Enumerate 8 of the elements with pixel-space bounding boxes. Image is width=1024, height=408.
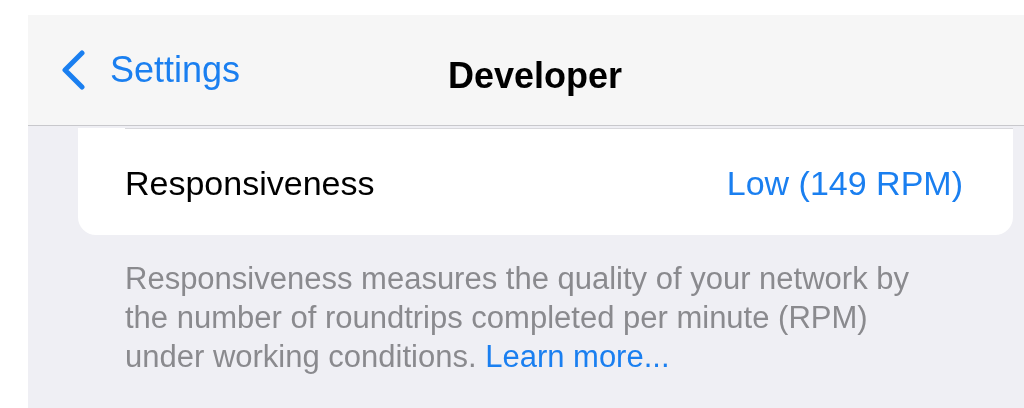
row-value: Low (149 RPM)	[726, 163, 963, 204]
back-button[interactable]: Settings	[60, 43, 241, 97]
row-label: Responsiveness	[125, 163, 375, 204]
screen-title: Developer	[448, 54, 623, 98]
back-chevron-icon	[60, 50, 86, 90]
learn-more-link[interactable]: Learn more...	[485, 339, 670, 374]
footer-note: Responsiveness measures the quality of your network by the number of roundtrips completed per minute (RPM) under working conditions. Learn more...	[125, 260, 910, 376]
settings-row[interactable]: Responsiveness Low (149 RPM)	[78, 132, 1013, 235]
